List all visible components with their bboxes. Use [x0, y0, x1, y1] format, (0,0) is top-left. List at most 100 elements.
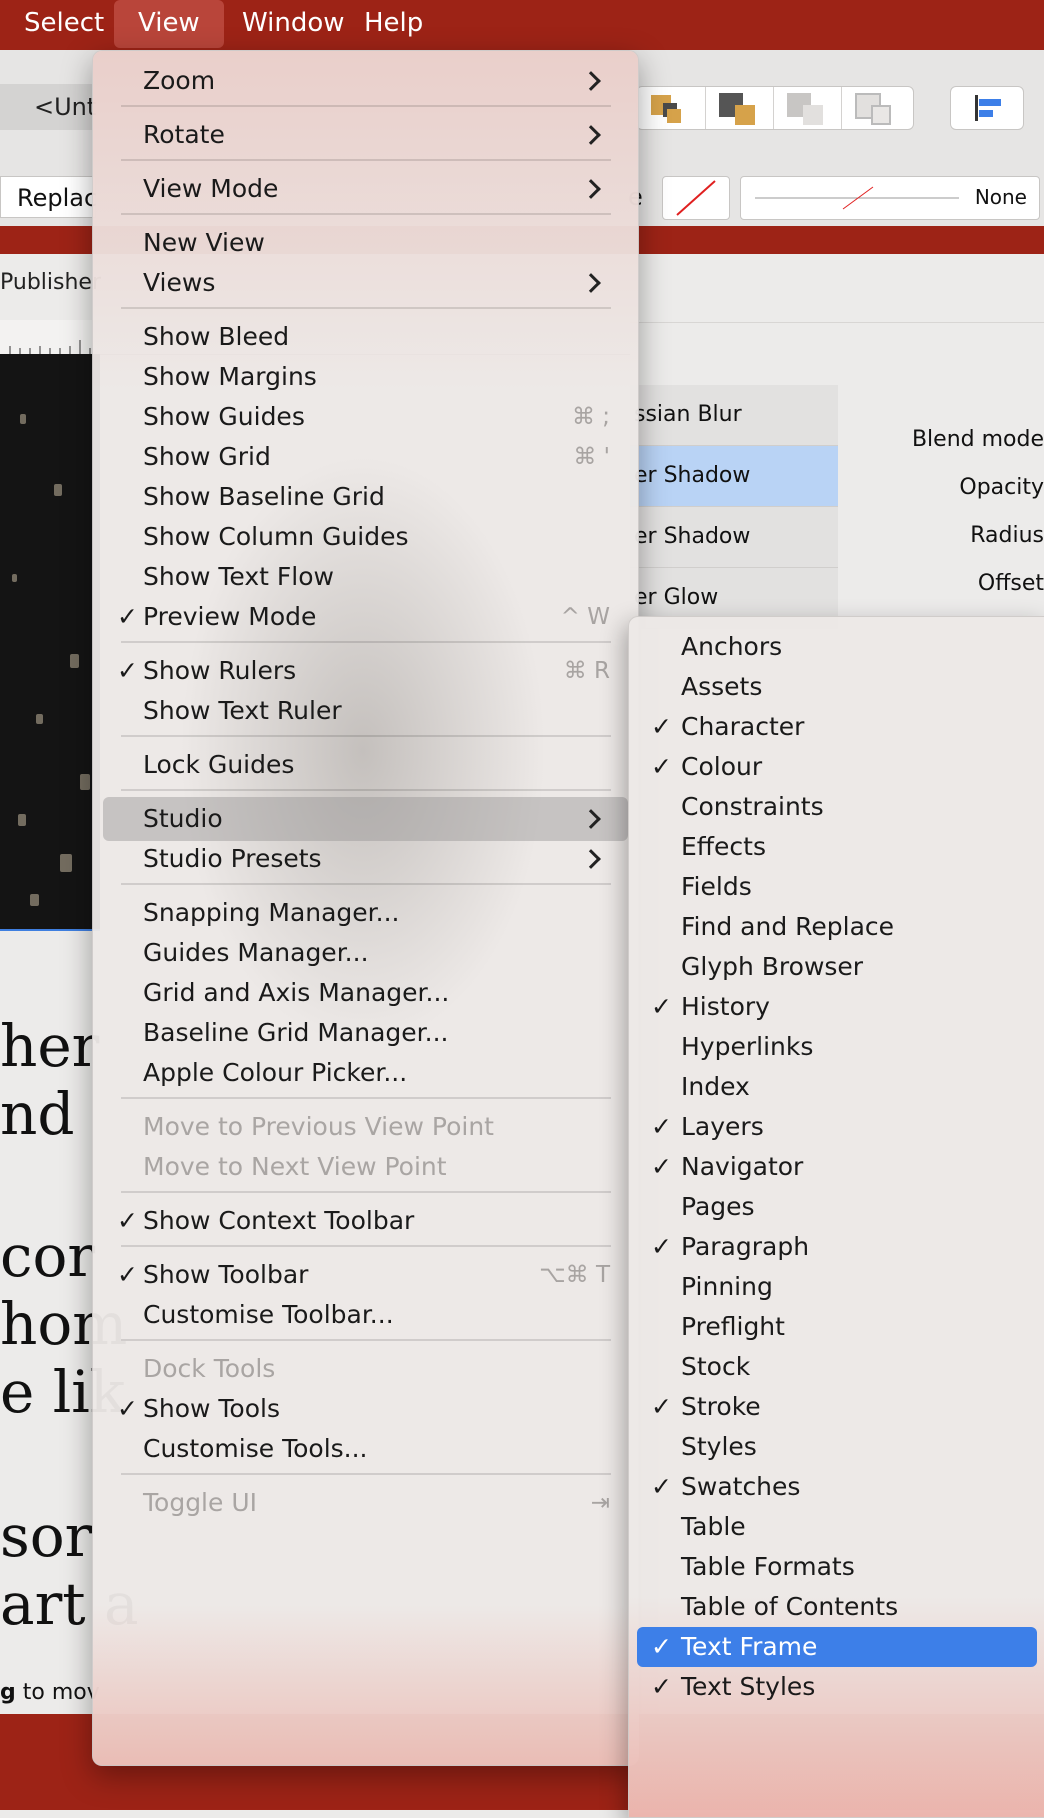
studio-item-navigator[interactable]: ✓ Navigator [637, 1147, 1037, 1187]
view-menu-item-grid-and-axis-manager[interactable]: Grid and Axis Manager... [103, 971, 628, 1015]
studio-item-pages[interactable]: Pages [637, 1187, 1037, 1227]
view-menu-item-snapping-manager[interactable]: Snapping Manager... [103, 891, 628, 935]
document-image[interactable] [0, 354, 100, 931]
studio-item-anchors[interactable]: Anchors [637, 627, 1037, 667]
view-menu-item-apple-colour-picker[interactable]: Apple Colour Picker... [103, 1051, 628, 1095]
studio-item-stroke[interactable]: ✓ Stroke [637, 1387, 1037, 1427]
menu-item-label: Customise Toolbar... [143, 1300, 394, 1329]
bring-to-front-button[interactable] [637, 87, 706, 129]
view-menu-item-baseline-grid-manager[interactable]: Baseline Grid Manager... [103, 1011, 628, 1055]
view-menu-item-show-margins[interactable]: Show Margins [103, 355, 628, 399]
menu-separator [121, 789, 611, 791]
studio-item-table[interactable]: Table [637, 1507, 1037, 1547]
view-menu-item-view-mode[interactable]: View Mode [103, 167, 628, 211]
menu-item-label: History [681, 992, 770, 1021]
studio-item-text-styles[interactable]: ✓ Text Styles [637, 1667, 1037, 1707]
menu-item-label: Show Tools [143, 1394, 280, 1423]
effect-item[interactable]: er Shadow [630, 507, 838, 568]
studio-item-index[interactable]: Index [637, 1067, 1037, 1107]
send-to-back-button[interactable] [841, 87, 909, 129]
view-menu-item-show-toolbar[interactable]: ✓ Show Toolbar ⌥⌘ T [103, 1253, 628, 1297]
menu-separator [121, 105, 611, 107]
view-menu-item-rotate[interactable]: Rotate [103, 113, 628, 157]
chevron-right-icon [576, 167, 604, 211]
view-menu-item-studio-presets[interactable]: Studio Presets [103, 837, 628, 881]
view-menu-item-guides-manager[interactable]: Guides Manager... [103, 931, 628, 975]
replace-field[interactable]: Replac [0, 176, 97, 218]
stroke-swatch[interactable] [662, 176, 730, 220]
menu-select[interactable]: Select [0, 0, 128, 50]
send-backward-button[interactable] [773, 87, 842, 129]
view-menu-item-preview-mode[interactable]: ✓ Preview Mode ^ W [103, 595, 628, 639]
stroke-style-dropdown[interactable]: None [740, 176, 1040, 220]
studio-submenu: Anchors Assets ✓ Character ✓ Colour Constraint… [628, 616, 1044, 1818]
studio-item-text-frame[interactable]: ✓ Text Frame [637, 1627, 1037, 1667]
studio-item-swatches[interactable]: ✓ Swatches [637, 1467, 1037, 1507]
studio-item-table-of-contents[interactable]: Table of Contents [637, 1587, 1037, 1627]
menu-item-label: Snapping Manager... [143, 898, 400, 927]
checkmark-icon: ✓ [651, 712, 672, 741]
studio-item-effects[interactable]: Effects [637, 827, 1037, 867]
view-menu-item-new-view[interactable]: New View [103, 221, 628, 265]
view-menu-item-studio[interactable]: Studio [103, 797, 628, 841]
view-menu-item-show-bleed[interactable]: Show Bleed [103, 315, 628, 359]
view-menu-item-views[interactable]: Views [103, 261, 628, 305]
shortcut-label: ^ W [560, 604, 610, 630]
view-menu-item-show-guides[interactable]: Show Guides ⌘ ; [103, 395, 628, 439]
view-menu-item-show-column-guides[interactable]: Show Column Guides [103, 515, 628, 559]
studio-item-find-and-replace[interactable]: Find and Replace [637, 907, 1037, 947]
menu-separator [121, 213, 611, 215]
view-menu-item-customise-toolbar[interactable]: Customise Toolbar... [103, 1293, 628, 1337]
article-line: sor [0, 1502, 93, 1570]
view-menu-item-show-rulers[interactable]: ✓ Show Rulers ⌘ R [103, 649, 628, 693]
checkmark-icon: ✓ [117, 602, 138, 631]
studio-item-layers[interactable]: ✓ Layers [637, 1107, 1037, 1147]
menu-item-label: Show Guides [143, 402, 305, 431]
menu-item-label: Colour [681, 752, 763, 781]
studio-item-assets[interactable]: Assets [637, 667, 1037, 707]
studio-item-constraints[interactable]: Constraints [637, 787, 1037, 827]
studio-item-table-formats[interactable]: Table Formats [637, 1547, 1037, 1587]
menu-item-label: Show Margins [143, 362, 317, 391]
studio-item-stock[interactable]: Stock [637, 1347, 1037, 1387]
bring-forward-button[interactable] [705, 87, 774, 129]
studio-item-paragraph[interactable]: ✓ Paragraph [637, 1227, 1037, 1267]
shortcut-label: ⌘ R [563, 658, 610, 684]
checkmark-icon: ✓ [651, 1112, 672, 1141]
view-menu-item-show-tools[interactable]: ✓ Show Tools [103, 1387, 628, 1431]
view-menu-item-lock-guides[interactable]: Lock Guides [103, 743, 628, 787]
align-button[interactable] [950, 86, 1024, 130]
studio-item-glyph-browser[interactable]: Glyph Browser [637, 947, 1037, 987]
view-menu-item-show-text-flow[interactable]: Show Text Flow [103, 555, 628, 599]
menu-help[interactable]: Help [340, 0, 447, 50]
effect-item[interactable]: ssian Blur [630, 385, 838, 446]
effect-item[interactable]: er Shadow [630, 446, 838, 507]
view-menu-item-show-baseline-grid[interactable]: Show Baseline Grid [103, 475, 628, 519]
view-menu-item-customise-tools[interactable]: Customise Tools... [103, 1427, 628, 1471]
menu-item-label: Lock Guides [143, 750, 295, 779]
studio-item-styles[interactable]: Styles [637, 1427, 1037, 1467]
view-menu: Zoom Rotate View Mode New View Views Show Ble… [92, 50, 639, 1766]
checkmark-icon: ✓ [651, 752, 672, 781]
view-menu-item-show-context-toolbar[interactable]: ✓ Show Context Toolbar [103, 1199, 628, 1243]
checkmark-icon: ✓ [651, 1152, 672, 1181]
view-menu-item-show-grid[interactable]: Show Grid ⌘ ' [103, 435, 628, 479]
menu-view[interactable]: View [114, 0, 224, 48]
studio-item-preflight[interactable]: Preflight [637, 1307, 1037, 1347]
menu-item-label: New View [143, 228, 265, 257]
view-menu-item-show-text-ruler[interactable]: Show Text Ruler [103, 689, 628, 733]
menu-separator [121, 1339, 611, 1341]
view-menu-item-zoom[interactable]: Zoom [103, 59, 628, 103]
studio-item-history[interactable]: ✓ History [637, 987, 1037, 1027]
studio-item-hyperlinks[interactable]: Hyperlinks [637, 1027, 1037, 1067]
checkmark-icon: ✓ [117, 1206, 138, 1235]
status-hint: g to mov [0, 1680, 100, 1705]
align-left-icon [975, 95, 978, 121]
studio-item-colour[interactable]: ✓ Colour [637, 747, 1037, 787]
menu-separator [121, 1191, 611, 1193]
menu-item-label: Paragraph [681, 1232, 810, 1261]
studio-item-pinning[interactable]: Pinning [637, 1267, 1037, 1307]
studio-item-fields[interactable]: Fields [637, 867, 1037, 907]
studio-item-character[interactable]: ✓ Character [637, 707, 1037, 747]
menu-item-label: Show Grid [143, 442, 271, 471]
